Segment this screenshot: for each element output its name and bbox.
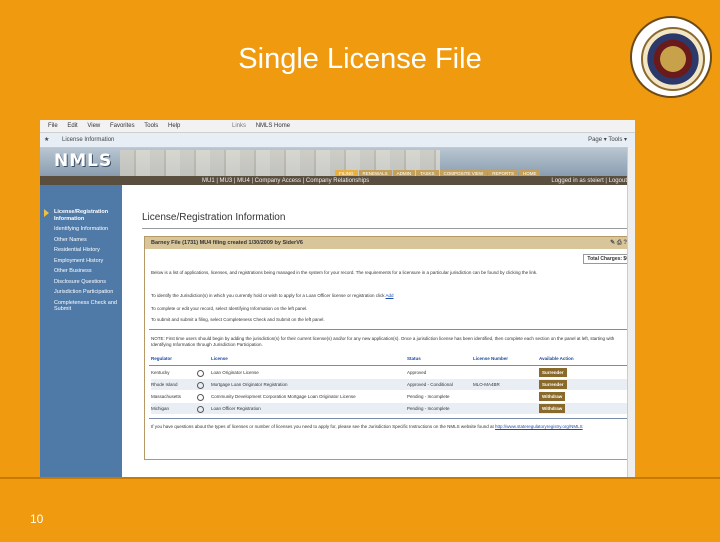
- sidebar-item-completeness-check[interactable]: Completeness Check and Submit: [40, 298, 122, 315]
- row-regulator: Massachusetts: [151, 394, 182, 399]
- row-status: Pending - Incomplete: [407, 394, 450, 399]
- sidebar-item-jurisdiction-participation[interactable]: Jurisdiction Participation: [40, 287, 122, 298]
- row-status: Pending - Incomplete: [407, 406, 450, 411]
- total-charges: Total Charges: $0: [583, 254, 633, 264]
- identify-sentence: To identify the Jurisdiction(s) in which…: [151, 293, 385, 298]
- menu-help[interactable]: Help: [168, 123, 180, 129]
- menu-file[interactable]: File: [48, 123, 58, 129]
- table-row: Massachusetts Community Development Corp…: [151, 391, 629, 402]
- sidebar-item-other-business[interactable]: Other Business: [40, 266, 122, 277]
- withdraw-button[interactable]: Withdraw: [539, 404, 566, 413]
- row-status: Approved: [407, 370, 427, 375]
- row-license: Mortgage Loan Originator Registration: [211, 382, 288, 387]
- sidebar-item-residential-history[interactable]: Residential History: [40, 245, 122, 256]
- divider: [149, 329, 629, 330]
- row-regulator: Michigan: [151, 406, 170, 411]
- col-available-action: Available Action: [539, 356, 574, 361]
- sidebar-item-identifying-information[interactable]: Identifying Information: [40, 224, 122, 235]
- favorites-star-icon[interactable]: ★: [44, 133, 49, 147]
- page-title: License/Registration Information: [142, 212, 286, 223]
- surrender-button[interactable]: Surrender: [539, 368, 567, 377]
- complete-text: To complete or edit your record, select …: [151, 306, 308, 311]
- menu-view[interactable]: View: [87, 123, 100, 129]
- links-label[interactable]: Links: [232, 123, 246, 129]
- table-header-divider: [149, 365, 629, 366]
- col-status: Status: [407, 356, 421, 361]
- surrender-button[interactable]: Surrender: [539, 380, 567, 389]
- col-license: License: [211, 356, 228, 361]
- filing-header: Barney File (1731) MU4 filing created 1/…: [145, 237, 633, 249]
- filing-panel: Barney File (1731) MU4 filing created 1/…: [144, 236, 634, 460]
- row-license: Loan Officer Registration: [211, 406, 261, 411]
- filing-title: Barney File (1731) MU4 filing created 1/…: [151, 240, 303, 246]
- sidebar-item-other-names[interactable]: Other Names: [40, 235, 122, 246]
- row-regulator: Kentucky: [151, 370, 170, 375]
- slide-right-border: [635, 120, 720, 477]
- nmls-header: NMLS FILING RENEWALS ADMIN TASKS COMPOSI…: [40, 148, 635, 177]
- address-label[interactable]: NMLS Home: [256, 123, 290, 129]
- footer-help-sentence: If you have questions about the types of…: [151, 424, 494, 429]
- menu-edit[interactable]: Edit: [67, 123, 77, 129]
- browser-scrollbar[interactable]: [627, 147, 635, 477]
- add-link[interactable]: Add: [386, 293, 394, 298]
- slide-page-number: 10: [30, 512, 44, 526]
- sidebar-item-disclosure-questions[interactable]: Disclosure Questions: [40, 277, 122, 288]
- sidebar-item-employment-history[interactable]: Employment History: [40, 256, 122, 267]
- browser-tabbar: ★ License Information Page ▾ Tools ▾: [40, 133, 635, 148]
- browser-tab[interactable]: License Information: [62, 133, 114, 147]
- nmls-website-link[interactable]: http://www.stateregulatoryregistry.org/N…: [495, 424, 583, 429]
- submit-text: To submit and submit a filing, select Co…: [151, 317, 325, 322]
- magnify-icon[interactable]: [197, 382, 204, 389]
- col-regulator: Regulator: [151, 356, 173, 361]
- menu-tools[interactable]: Tools: [144, 123, 158, 129]
- row-license: Community Development Corporation Mortga…: [211, 394, 356, 399]
- maryland-state-seal-icon: [630, 16, 712, 98]
- seal-emblem: [641, 27, 705, 91]
- row-regulator: Rhode Island: [151, 382, 178, 387]
- row-number: MLO-MA4BR: [473, 382, 500, 387]
- row-status: Approved - Conditional: [407, 382, 453, 387]
- table-row: Michigan Loan Officer Registration Pendi…: [151, 403, 629, 414]
- magnify-icon[interactable]: [197, 394, 204, 401]
- menu-favorites[interactable]: Favorites: [110, 123, 135, 129]
- slide-left-border: [0, 120, 40, 477]
- slide-banner: Single License File: [0, 0, 720, 122]
- divider: [149, 418, 629, 419]
- identify-text: To identify the Jurisdiction(s) in which…: [151, 293, 591, 299]
- table-row: Kentucky Loan Originator License Approve…: [151, 367, 629, 378]
- row-license: Loan Originator License: [211, 370, 259, 375]
- title-divider: [142, 228, 627, 229]
- main-content: License/Registration Information Barney …: [122, 185, 635, 477]
- browser-toolbar-right[interactable]: Page ▾ Tools ▾: [588, 133, 627, 147]
- browser-menubar: File Edit View Favorites Tools Help Link…: [40, 120, 635, 133]
- note-text: NOTE: First time users should begin by a…: [151, 336, 615, 347]
- col-license-number: License Number: [473, 356, 509, 361]
- filing-sidebar: License/Registration Information Identif…: [40, 185, 122, 477]
- slide-title: Single License File: [238, 43, 482, 75]
- magnify-icon[interactable]: [197, 370, 204, 377]
- browser-screenshot: File Edit View Favorites Tools Help Link…: [40, 120, 635, 477]
- slide-footer: 10: [0, 477, 720, 542]
- intro-text: Below is a list of applications, license…: [151, 270, 538, 275]
- withdraw-button[interactable]: Withdraw: [539, 392, 566, 401]
- magnify-icon[interactable]: [197, 406, 204, 413]
- sidebar-item-license-registration[interactable]: License/Registration Information: [40, 185, 122, 224]
- table-row: Rhode Island Mortgage Loan Originator Re…: [151, 379, 629, 390]
- nmls-logo[interactable]: NMLS: [54, 151, 112, 171]
- filing-tool-icons[interactable]: ✎ ⎙ ?: [610, 237, 627, 249]
- license-table-header: Regulator License Status License Number …: [151, 356, 629, 364]
- footer-help-text: If you have questions about the types of…: [151, 424, 616, 430]
